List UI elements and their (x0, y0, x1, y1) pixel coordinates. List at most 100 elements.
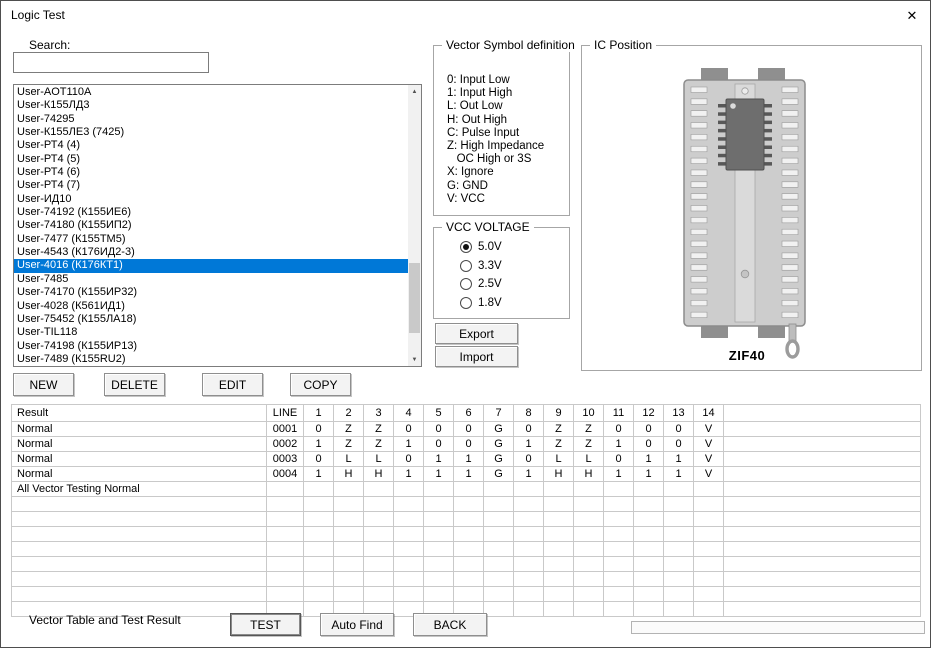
empty-cell (574, 557, 604, 572)
empty-cell (574, 512, 604, 527)
empty-cell (454, 542, 484, 557)
list-item[interactable]: User-РТ4 (7) (14, 179, 408, 192)
empty-cell (544, 542, 574, 557)
empty-cell (267, 482, 304, 497)
pin-cell: 1 (424, 452, 454, 467)
vcc-option[interactable]: 1.8V (460, 294, 502, 313)
scroll-thumb[interactable] (409, 263, 420, 333)
window-title: Logic Test (11, 8, 65, 22)
list-item[interactable]: User-К155ЛД3 (14, 99, 408, 112)
list-item[interactable]: User-4016 (К176КТ1) (14, 259, 408, 272)
list-item[interactable]: User-TIL118 (14, 326, 408, 339)
empty-cell (454, 557, 484, 572)
list-item[interactable]: User-74192 (К155ИЕ6) (14, 206, 408, 219)
list-item[interactable]: User-РТ4 (4) (14, 139, 408, 152)
close-icon[interactable]: ✕ (901, 6, 923, 26)
empty-cell (634, 542, 664, 557)
list-item[interactable]: User-4028 (К561ИД1) (14, 300, 408, 313)
empty-cell (424, 542, 454, 557)
filler-cell (724, 452, 921, 467)
empty-cell (267, 497, 304, 512)
auto-find-button[interactable]: Auto Find (320, 613, 394, 636)
pin-cell: 0 (454, 437, 484, 452)
empty-cell (514, 542, 544, 557)
table-header-row: ResultLINE1234567891011121314 (12, 405, 921, 422)
test-button[interactable]: TEST (230, 613, 301, 636)
list-item[interactable]: User-ИД10 (14, 193, 408, 206)
empty-cell (364, 587, 394, 602)
empty-cell (334, 512, 364, 527)
export-button[interactable]: Export (435, 323, 518, 344)
new-button[interactable]: NEW (13, 373, 74, 396)
empty-cell (12, 512, 267, 527)
pin-cell: H (334, 467, 364, 482)
pin-cell: 1 (514, 467, 544, 482)
scroll-up-icon[interactable]: ▲ (408, 85, 421, 98)
radio-label: 3.3V (478, 260, 502, 272)
empty-cell (304, 587, 334, 602)
col-header: 4 (394, 405, 424, 422)
empty-cell (634, 587, 664, 602)
list-item[interactable]: User-4543 (К176ИД2-3) (14, 246, 408, 259)
empty-cell (484, 557, 514, 572)
pin-cell: H (574, 467, 604, 482)
result-row: Normal00030LL011G0LL011V (12, 452, 921, 467)
pin-cell: 1 (664, 452, 694, 467)
list-item[interactable]: User-К155ЛЕ3 (7425) (14, 126, 408, 139)
footer-status-label: Vector Table and Test Result (29, 613, 181, 627)
list-item[interactable]: User-AOT110A (14, 86, 408, 99)
scroll-down-icon[interactable]: ▼ (408, 353, 421, 366)
empty-cell (694, 557, 724, 572)
import-button[interactable]: Import (435, 346, 518, 367)
list-item[interactable]: User-74180 (К155ИП2) (14, 219, 408, 232)
list-item[interactable]: User-7489 (К155RU2) (14, 353, 408, 365)
list-item[interactable]: User-75452 (К155ЛА18) (14, 313, 408, 326)
list-item[interactable]: User-РТ4 (5) (14, 153, 408, 166)
zif-socket-graphic (682, 66, 812, 362)
list-item[interactable]: User-74198 (К155ИР13) (14, 340, 408, 353)
list-item[interactable]: User-7485 (14, 273, 408, 286)
pin-cell: 1 (304, 467, 334, 482)
edit-button[interactable]: EDIT (202, 373, 263, 396)
empty-cell (664, 527, 694, 542)
list-item[interactable]: User-74295 (14, 113, 408, 126)
pin-cell: 0 (604, 422, 634, 437)
pin-cell: 1 (664, 467, 694, 482)
empty-cell (514, 602, 544, 617)
copy-button[interactable]: COPY (290, 373, 351, 396)
list-item[interactable]: User-74170 (К155ИР32) (14, 286, 408, 299)
pin-cell: V (694, 422, 724, 437)
vcc-option[interactable]: 2.5V (460, 275, 502, 294)
empty-cell (514, 572, 544, 587)
back-button[interactable]: BACK (413, 613, 487, 636)
empty-row (12, 512, 921, 527)
empty-cell (454, 587, 484, 602)
pin-cell: 1 (604, 437, 634, 452)
pin-cell: 0 (664, 422, 694, 437)
col-header: 1 (304, 405, 334, 422)
vcc-option[interactable]: 5.0V (460, 238, 502, 257)
empty-cell (267, 572, 304, 587)
pin-cell: G (484, 452, 514, 467)
empty-row (12, 497, 921, 512)
empty-cell (364, 542, 394, 557)
empty-cell (424, 572, 454, 587)
empty-cell (364, 512, 394, 527)
pin-cell: 1 (424, 467, 454, 482)
radio-icon (460, 278, 472, 290)
empty-cell (424, 497, 454, 512)
search-input[interactable] (13, 52, 209, 73)
empty-cell (604, 512, 634, 527)
empty-cell (12, 527, 267, 542)
empty-cell (604, 527, 634, 542)
vcc-option[interactable]: 3.3V (460, 257, 502, 276)
pin-cell: L (334, 452, 364, 467)
list-scrollbar[interactable]: ▲ ▼ (408, 85, 421, 366)
col-header: 3 (364, 405, 394, 422)
empty-cell (484, 602, 514, 617)
list-item[interactable]: User-7477 (К155ТМ5) (14, 233, 408, 246)
list-item[interactable]: User-РТ4 (6) (14, 166, 408, 179)
delete-button[interactable]: DELETE (104, 373, 165, 396)
empty-cell (12, 542, 267, 557)
pin-cell: 0 (304, 422, 334, 437)
